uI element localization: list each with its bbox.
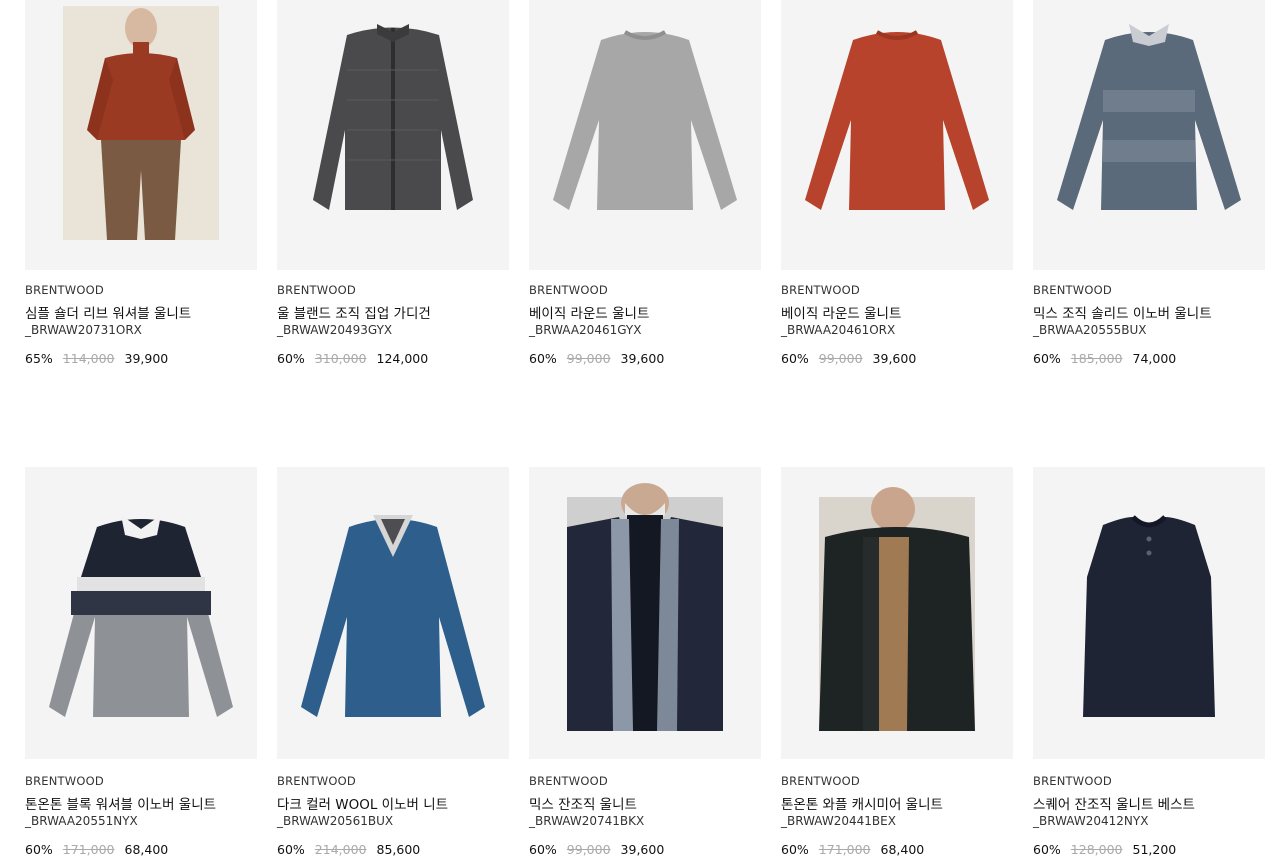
product-image[interactable] [25,0,257,270]
product-code: _BRWAA20461GYX [529,323,642,337]
sale-price: 68,400 [124,842,169,857]
discount-rate: 60% [1033,351,1061,366]
original-price: 185,000 [1070,351,1123,366]
sale-price: 39,900 [124,351,169,366]
product-code: _BRWAW20561BUX [277,814,394,828]
product-name[interactable]: 심플 숄더 리브 워셔블 울니트 [25,302,191,322]
discount-rate: 60% [277,351,305,366]
original-price: 99,000 [818,351,863,366]
brand-label: BRENTWOOD [529,283,608,297]
sale-price: 85,600 [376,842,421,857]
product-image[interactable] [781,467,1013,759]
discount-rate: 60% [277,842,305,857]
product-image[interactable] [277,467,509,759]
price-row: 60% 171,000 68,400 [25,842,168,857]
price-row: 60% 214,000 85,600 [277,842,420,857]
product-image[interactable] [277,0,509,270]
price-row: 60% 99,000 39,600 [529,842,664,857]
discount-rate: 60% [1033,842,1061,857]
original-price: 171,000 [62,842,115,857]
original-price: 99,000 [566,842,611,857]
product-code: _BRWAW20441BEX [781,814,896,828]
sale-price: 39,600 [620,351,665,366]
product-name[interactable]: 톤온톤 블록 워셔블 이노버 울니트 [25,793,216,813]
sale-price: 39,600 [620,842,665,857]
price-row: 60% 128,000 51,200 [1033,842,1176,857]
brand-label: BRENTWOOD [1033,283,1112,297]
product-name[interactable]: 톤온톤 와플 캐시미어 울니트 [781,793,943,813]
sale-price: 39,600 [872,351,917,366]
original-price: 128,000 [1070,842,1123,857]
brand-label: BRENTWOOD [1033,774,1112,788]
product-name[interactable]: 울 블랜드 조직 집업 가디건 [277,302,431,322]
original-price: 214,000 [314,842,367,857]
price-row: 60% 171,000 68,400 [781,842,924,857]
brand-label: BRENTWOOD [277,774,356,788]
sale-price: 51,200 [1132,842,1177,857]
product-code: _BRWAW20741BKX [529,814,645,828]
original-price: 171,000 [818,842,871,857]
brand-label: BRENTWOOD [25,283,104,297]
product-code: _BRWAA20461ORX [781,323,896,337]
brand-label: BRENTWOOD [25,774,104,788]
product-name[interactable]: 믹스 조직 솔리드 이노버 울니트 [1033,302,1212,322]
product-name[interactable]: 믹스 잔조직 울니트 [529,793,637,813]
discount-rate: 60% [529,842,557,857]
product-image[interactable] [1033,0,1265,270]
original-price: 114,000 [62,351,115,366]
discount-rate: 60% [25,842,53,857]
product-code: _BRWAA20555BUX [1033,323,1147,337]
price-row: 60% 185,000 74,000 [1033,351,1176,366]
brand-label: BRENTWOOD [781,774,860,788]
brand-label: BRENTWOOD [781,283,860,297]
price-row: 65% 114,000 39,900 [25,351,168,366]
original-price: 310,000 [314,351,367,366]
price-row: 60% 99,000 39,600 [781,351,916,366]
product-name[interactable]: 다크 컬러 WOOL 이노버 니트 [277,793,448,813]
product-image[interactable] [529,0,761,270]
brand-label: BRENTWOOD [529,774,608,788]
original-price: 99,000 [566,351,611,366]
product-name[interactable]: 스퀘어 잔조직 울니트 베스트 [1033,793,1195,813]
product-code: _BRWAW20493GYX [277,323,393,337]
discount-rate: 60% [781,351,809,366]
product-code: _BRWAA20551NYX [25,814,138,828]
product-name[interactable]: 베이직 라운드 울니트 [781,302,901,322]
sale-price: 68,400 [880,842,925,857]
price-row: 60% 310,000 124,000 [277,351,428,366]
product-name[interactable]: 베이직 라운드 울니트 [529,302,649,322]
product-image[interactable] [1033,467,1265,759]
brand-label: BRENTWOOD [277,283,356,297]
sale-price: 74,000 [1132,351,1177,366]
sale-price: 124,000 [376,351,429,366]
discount-rate: 60% [781,842,809,857]
discount-rate: 65% [25,351,53,366]
product-code: _BRWAW20412NYX [1033,814,1149,828]
discount-rate: 60% [529,351,557,366]
product-code: _BRWAW20731ORX [25,323,142,337]
product-image[interactable] [781,0,1013,270]
product-image[interactable] [529,467,761,759]
product-image[interactable] [25,467,257,759]
price-row: 60% 99,000 39,600 [529,351,664,366]
